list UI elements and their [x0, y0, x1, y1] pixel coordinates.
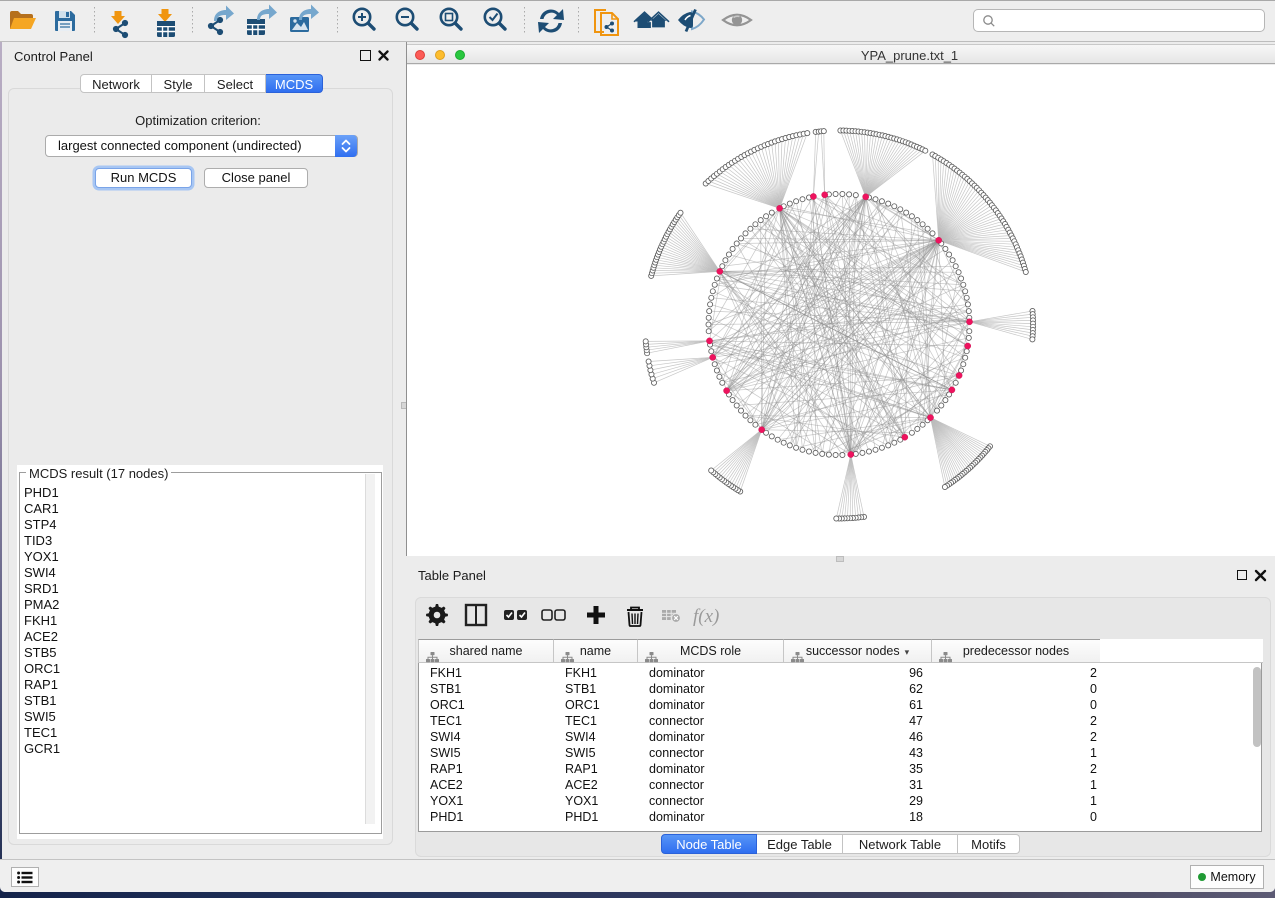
svg-text:f(x): f(x): [693, 606, 719, 627]
